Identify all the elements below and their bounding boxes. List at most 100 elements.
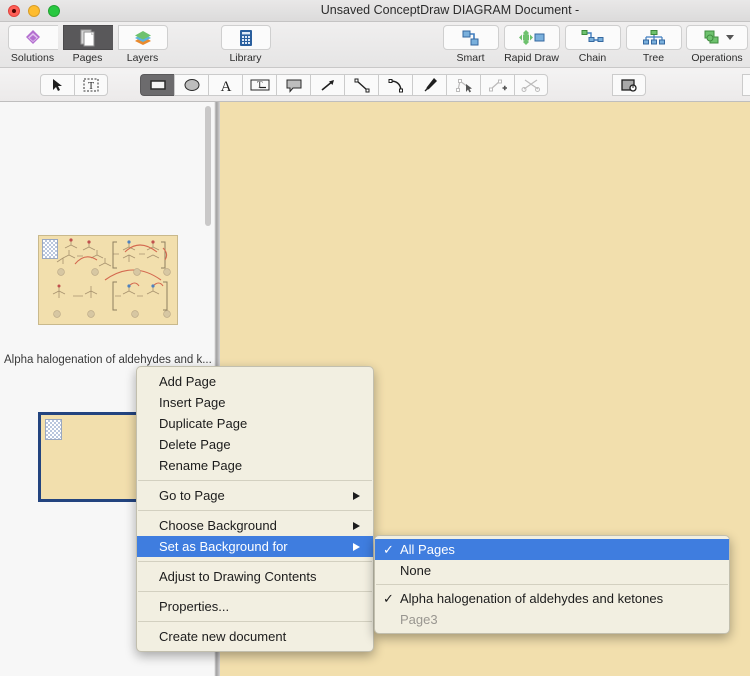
- menu-item-insert-page[interactable]: Insert Page: [137, 392, 373, 413]
- menu-item-set-as-background-for-label: Set as Background for: [159, 539, 288, 554]
- conceptdraw-window: Unsaved ConceptDraw DIAGRAM Document - S…: [0, 0, 750, 676]
- pages-button-surface[interactable]: [62, 25, 113, 50]
- toolbar-button-smart[interactable]: Smart: [440, 25, 501, 64]
- title-bar: Unsaved ConceptDraw DIAGRAM Document -: [0, 0, 750, 22]
- menu-item-add-page[interactable]: Add Page: [137, 371, 373, 392]
- rapid-draw-icon: [517, 28, 547, 48]
- toolbar-button-rapid-draw[interactable]: Rapid Draw: [501, 25, 562, 64]
- submenu-group-0: ✓ All Pages None: [375, 539, 729, 581]
- submenu-arrow-icon: [353, 521, 360, 530]
- layers-books-icon: [132, 29, 154, 47]
- smart-button-surface[interactable]: [442, 25, 499, 50]
- toolbar-button-layers[interactable]: Layers: [115, 25, 170, 64]
- page-context-menu: Add Page Insert Page Duplicate Page Dele…: [136, 366, 374, 652]
- page-thumbnail-1[interactable]: [38, 235, 178, 325]
- menu-item-adjust-to-drawing-contents[interactable]: Adjust to Drawing Contents: [137, 566, 373, 587]
- arrow-pointer-icon[interactable]: [40, 74, 74, 96]
- chain-button-surface[interactable]: [564, 25, 621, 50]
- ctx-group-0: Add Page Insert Page Duplicate Page Dele…: [137, 371, 373, 476]
- ctx-group-1: Go to Page: [137, 485, 373, 506]
- text-letter-icon[interactable]: A: [208, 74, 242, 96]
- submenu-item-all-pages-label: All Pages: [400, 542, 455, 557]
- solutions-button-surface[interactable]: [7, 25, 58, 50]
- toolbar-button-operations[interactable]: Operations: [684, 25, 750, 64]
- toolbar-button-chain[interactable]: Chain: [562, 25, 623, 64]
- smart-connector-icon: [459, 28, 483, 48]
- submenu-item-none[interactable]: None: [375, 560, 729, 581]
- check-icon: ✓: [383, 542, 394, 557]
- toolbar-button-library[interactable]: Library: [218, 25, 273, 64]
- submenu-item-page3-label: Page3: [400, 612, 438, 627]
- menu-separator-3: [138, 561, 372, 562]
- solutions-diamond-icon: [23, 28, 43, 48]
- menu-item-delete-page[interactable]: Delete Page: [137, 434, 373, 455]
- toolbar-button-tree[interactable]: Tree: [623, 25, 684, 64]
- submenu-item-all-pages[interactable]: ✓ All Pages: [375, 539, 729, 560]
- operations-button-surface[interactable]: [686, 25, 748, 50]
- menu-item-go-to-page[interactable]: Go to Page: [137, 485, 373, 506]
- menu-item-rename-page[interactable]: Rename Page: [137, 455, 373, 476]
- curve-line-icon[interactable]: [378, 74, 412, 96]
- ctx-group-4: Properties...: [137, 596, 373, 617]
- menu-separator-1: [138, 480, 372, 481]
- callout-icon[interactable]: [276, 74, 310, 96]
- submenu-item-page3[interactable]: Page3: [375, 609, 729, 630]
- submenu-separator-1: [376, 584, 728, 585]
- solutions-label: Solutions: [10, 52, 55, 64]
- menu-separator-2: [138, 510, 372, 511]
- hyperlink-icon[interactable]: [612, 74, 646, 96]
- chain-label: Chain: [578, 52, 607, 64]
- page-background-badge-2: [45, 419, 62, 440]
- svg-text:T: T: [257, 80, 263, 90]
- pages-label: Pages: [72, 52, 103, 64]
- menu-item-properties[interactable]: Properties...: [137, 596, 373, 617]
- submenu-group-1: ✓ Alpha halogenation of aldehydes and ke…: [375, 588, 729, 630]
- tree-icon: [641, 28, 667, 48]
- menu-item-duplicate-page[interactable]: Duplicate Page: [137, 413, 373, 434]
- text-box-icon[interactable]: T: [242, 74, 276, 96]
- pen-icon[interactable]: [412, 74, 446, 96]
- straight-line-icon[interactable]: [344, 74, 378, 96]
- chevron-down-icon[interactable]: [725, 35, 734, 40]
- rapid-draw-button-surface[interactable]: [503, 25, 560, 50]
- toolbar-group-tools: Smart Rapid Draw Chain Tree Operations: [440, 25, 750, 64]
- cut-path-icon[interactable]: [514, 74, 548, 96]
- tree-label: Tree: [642, 52, 665, 64]
- submenu-item-none-label: None: [400, 563, 432, 578]
- submenu-item-alpha-halogenation[interactable]: ✓ Alpha halogenation of aldehydes and ke…: [375, 588, 729, 609]
- ellipse-icon[interactable]: [174, 74, 208, 96]
- ctx-group-2: Choose Background Set as Background for: [137, 515, 373, 557]
- library-grid-icon: [238, 29, 254, 47]
- library-label: Library: [229, 52, 262, 64]
- text-select-icon[interactable]: T: [74, 74, 108, 96]
- menu-item-create-new-document[interactable]: Create new document: [137, 626, 373, 647]
- menu-item-set-as-background-for[interactable]: Set as Background for: [137, 536, 373, 557]
- svg-text:A: A: [220, 79, 231, 93]
- sidebar-scrollbar[interactable]: [205, 106, 211, 226]
- toolbar-button-pages[interactable]: Pages: [60, 25, 115, 64]
- pages-stack-icon: [79, 28, 97, 48]
- rectangle-icon[interactable]: [140, 74, 174, 96]
- submenu-item-alpha-halogenation-label: Alpha halogenation of aldehydes and keto…: [400, 591, 664, 606]
- layers-button-surface[interactable]: [117, 25, 168, 50]
- toolbar-group-panels: Solutions Pages Layers: [5, 25, 170, 64]
- operations-shape-icon: [701, 28, 721, 47]
- menu-separator-4: [138, 591, 372, 592]
- tool-group-shapes: A T: [140, 74, 548, 96]
- submenu-arrow-icon: [353, 491, 360, 500]
- drawing-toolbar: T A T: [0, 68, 750, 102]
- molecule-sketch: [52, 238, 171, 318]
- submenu-arrow-icon: [353, 542, 360, 551]
- edit-points-icon[interactable]: [446, 74, 480, 96]
- partial-tool-icon[interactable]: [742, 74, 750, 96]
- toolbar-button-solutions[interactable]: Solutions: [5, 25, 60, 64]
- window-title: Unsaved ConceptDraw DIAGRAM Document -: [320, 3, 580, 17]
- page-caption-1: Alpha halogenation of aldehydes and k...: [4, 354, 212, 366]
- add-point-icon[interactable]: [480, 74, 514, 96]
- tree-button-surface[interactable]: [625, 25, 682, 50]
- arrow-line-icon[interactable]: [310, 74, 344, 96]
- menu-separator-5: [138, 621, 372, 622]
- menu-item-choose-background[interactable]: Choose Background: [137, 515, 373, 536]
- library-button-surface[interactable]: [220, 25, 271, 50]
- tool-group-hyperlink: [612, 74, 646, 96]
